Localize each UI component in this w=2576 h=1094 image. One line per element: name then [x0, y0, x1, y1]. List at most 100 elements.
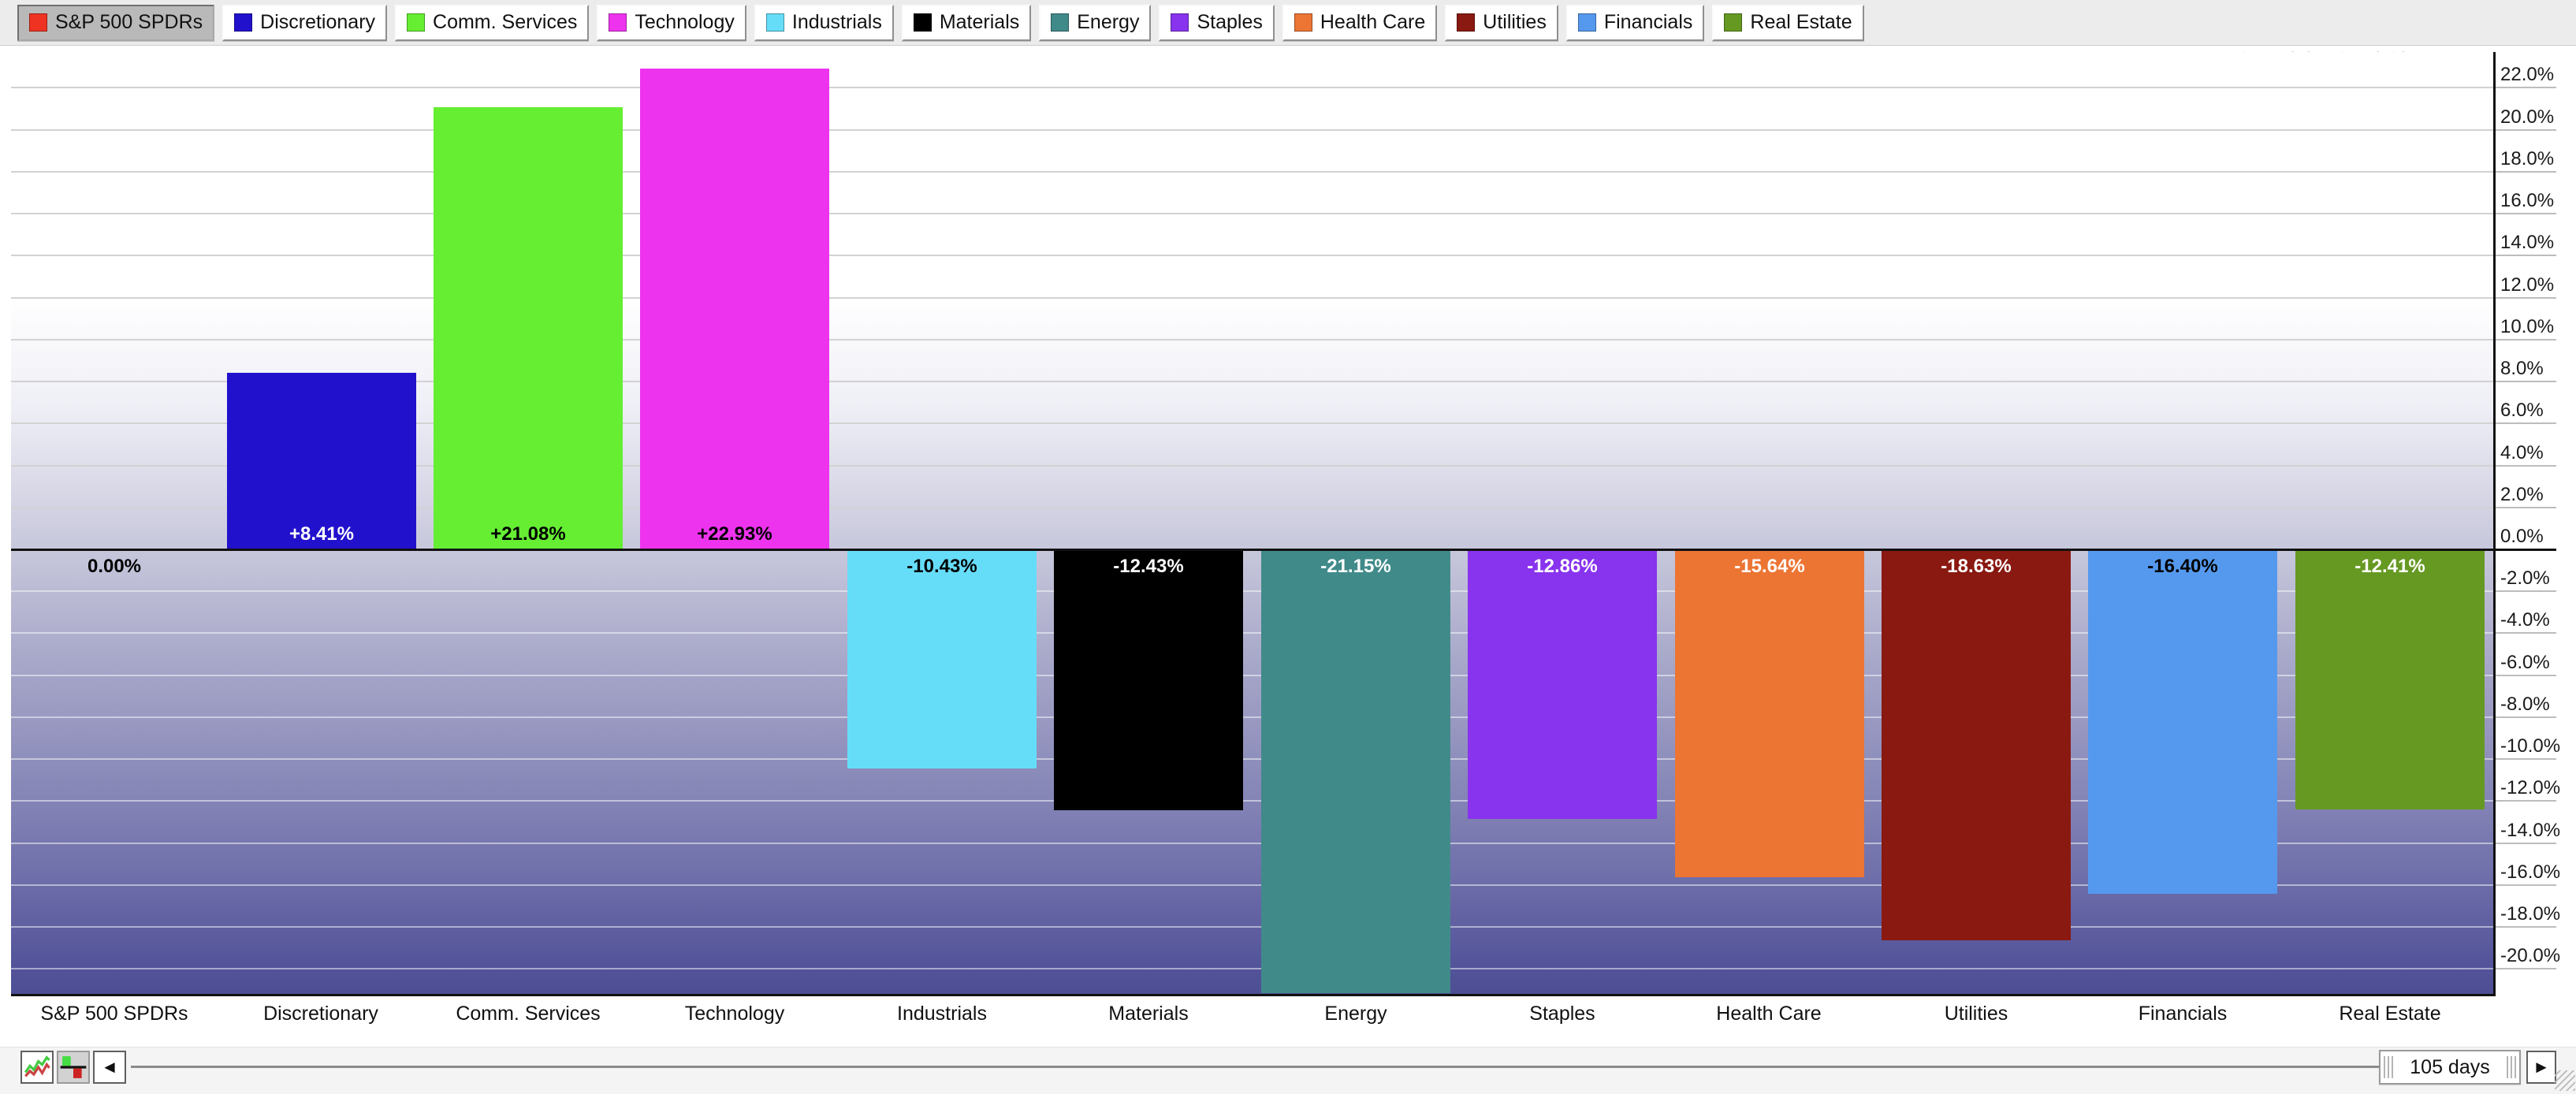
legend-swatch-icon	[1294, 13, 1312, 32]
bar-value-label: +21.08%	[434, 523, 623, 545]
legend-item-discretionary[interactable]: Discretionary	[222, 5, 387, 41]
y-tick-label: -4.0%	[2500, 609, 2550, 631]
x-axis-label: Comm. Services	[425, 1003, 631, 1025]
x-axis-label: Health Care	[1666, 1003, 1872, 1025]
legend-item-real-estate[interactable]: Real Estate	[1712, 5, 1863, 41]
histogram-icon	[59, 1053, 87, 1081]
legend-swatch-icon	[29, 13, 47, 32]
x-axis-label: Discretionary	[218, 1003, 424, 1025]
legend-item-health-care[interactable]: Health Care	[1282, 5, 1437, 41]
zero-line	[11, 549, 2556, 551]
y-tick-label: 18.0%	[2500, 148, 2554, 170]
gridline	[11, 171, 2493, 173]
bar-staples[interactable]	[1468, 549, 1657, 819]
y-tick-label: 22.0%	[2500, 64, 2554, 86]
y-tick-label: 6.0%	[2500, 400, 2544, 422]
period-value: 105 days	[2410, 1056, 2489, 1079]
bar-utilities[interactable]	[1882, 549, 2071, 940]
legend-swatch-icon	[1457, 13, 1475, 32]
histogram-mode-button[interactable]	[57, 1051, 90, 1084]
legend-swatch-icon	[766, 13, 784, 32]
bar-health-care[interactable]	[1675, 549, 1864, 877]
y-axis-line	[2493, 52, 2496, 996]
legend-swatch-icon	[407, 13, 425, 32]
legend-label: Discretionary	[260, 11, 375, 34]
gridline	[2493, 632, 2556, 634]
x-axis-label: Energy	[1253, 1003, 1459, 1025]
gridline	[2493, 465, 2556, 467]
line-chart-mode-button[interactable]	[20, 1051, 54, 1084]
bar-technology[interactable]	[640, 69, 829, 549]
period-slider-handle[interactable]: 105 days	[2379, 1050, 2521, 1085]
grip-lines-icon	[2507, 1056, 2516, 1078]
resize-grip-icon[interactable]	[2555, 1070, 2575, 1091]
y-tick-label: -14.0%	[2500, 820, 2560, 842]
legend-label: Utilities	[1483, 11, 1547, 34]
legend-item-s-p-500-spdrs[interactable]: S&P 500 SPDRs	[17, 5, 214, 41]
gridline	[2493, 507, 2556, 508]
gridline	[11, 297, 2493, 299]
bar-value-label: -16.40%	[2088, 556, 2277, 578]
legend-swatch-icon	[1578, 13, 1596, 32]
legend-item-technology[interactable]: Technology	[597, 5, 746, 41]
gridline	[2493, 968, 2556, 969]
gridline	[11, 968, 2493, 969]
x-axis-label: S&P 500 SPDRs	[11, 1003, 218, 1025]
y-tick-label: -8.0%	[2500, 694, 2550, 716]
legend-item-financials[interactable]: Financials	[1566, 5, 1705, 41]
legend-label: Financials	[1604, 11, 1693, 34]
x-axis-label: Materials	[1045, 1003, 1252, 1025]
y-tick-label: -2.0%	[2500, 567, 2550, 590]
legend-item-utilities[interactable]: Utilities	[1445, 5, 1558, 41]
gridline	[2493, 843, 2556, 844]
bar-real-estate[interactable]	[2295, 549, 2485, 809]
y-tick-label: 14.0%	[2500, 232, 2554, 254]
legend-label: S&P 500 SPDRs	[55, 11, 203, 34]
y-tick-label: 0.0%	[2500, 526, 2544, 548]
y-tick-label: -20.0%	[2500, 945, 2560, 967]
gridline	[2493, 675, 2556, 676]
bar-materials[interactable]	[1054, 549, 1243, 810]
scroll-right-button[interactable]: ►	[2526, 1051, 2556, 1084]
gridline	[2493, 884, 2556, 886]
x-axis-label: Staples	[1459, 1003, 1666, 1025]
gridline	[2493, 129, 2556, 131]
legend-swatch-icon	[234, 13, 252, 32]
scroll-left-button[interactable]: ◄	[93, 1051, 126, 1084]
bar-value-label: -15.64%	[1675, 556, 1864, 578]
legend-label: Staples	[1197, 11, 1262, 34]
y-tick-label: 20.0%	[2500, 106, 2554, 128]
legend-item-comm-services[interactable]: Comm. Services	[395, 5, 589, 41]
gridline	[11, 926, 2493, 928]
legend-label: Energy	[1077, 11, 1139, 34]
legend-swatch-icon	[1724, 13, 1742, 32]
bar-industrials[interactable]	[847, 549, 1037, 768]
grip-lines-icon	[2384, 1056, 2393, 1078]
legend-item-materials[interactable]: Materials	[902, 5, 1031, 41]
bar-value-label: +8.41%	[227, 523, 416, 545]
bar-energy[interactable]	[1261, 549, 1450, 993]
gridline	[2493, 926, 2556, 928]
y-tick-label: -12.0%	[2500, 777, 2560, 799]
gridline	[11, 129, 2493, 131]
gridline	[2493, 800, 2556, 802]
bar-comm-services[interactable]	[434, 107, 623, 549]
legend-item-industrials[interactable]: Industrials	[754, 5, 894, 41]
bottom-toolbar: ◄ 105 days ►	[0, 1047, 2576, 1094]
gridline	[11, 213, 2493, 214]
gridline	[2493, 87, 2556, 88]
y-tick-label: 2.0%	[2500, 484, 2544, 506]
y-tick-label: 8.0%	[2500, 358, 2544, 380]
legend-item-energy[interactable]: Energy	[1039, 5, 1151, 41]
x-axis-label: Utilities	[1873, 1003, 2079, 1025]
gridline	[2493, 716, 2556, 718]
legend-item-staples[interactable]: Staples	[1159, 5, 1274, 41]
bar-financials[interactable]	[2088, 549, 2277, 894]
slider-track[interactable]	[131, 1066, 2379, 1068]
x-axis-label: Industrials	[839, 1003, 1045, 1025]
y-tick-label: -10.0%	[2500, 735, 2560, 757]
gridline	[2493, 381, 2556, 382]
bar-value-label: +22.93%	[640, 523, 829, 545]
legend-bar: S&P 500 SPDRs Discretionary Comm. Services…	[0, 0, 2576, 46]
legend-swatch-icon	[1171, 13, 1189, 32]
